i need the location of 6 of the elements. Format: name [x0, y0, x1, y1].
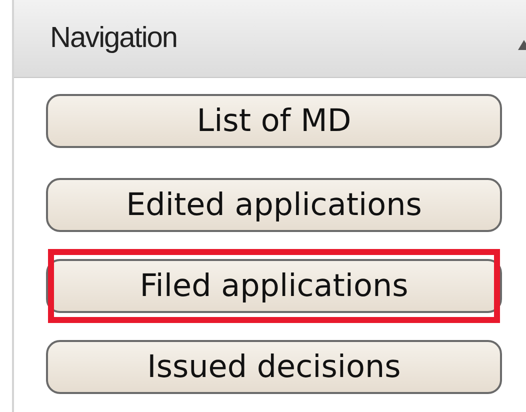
nav-button[interactable]: Filed applications [46, 259, 502, 313]
panel-title: Navigation [50, 20, 178, 56]
nav-button[interactable]: Issued decisions [46, 340, 502, 394]
nav-button[interactable]: Edited applications [46, 178, 502, 232]
panel-header[interactable]: Navigation [14, 0, 526, 78]
nav-button[interactable]: List of MD [46, 94, 502, 148]
